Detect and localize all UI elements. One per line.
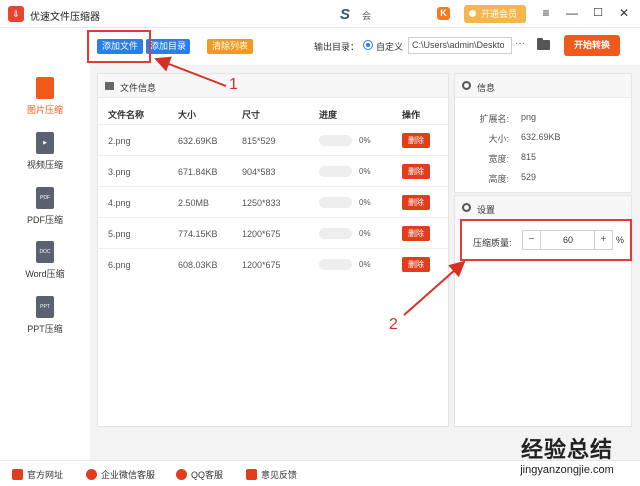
watermark-cn: 经验总结 [520,437,613,463]
official-site-label: 官方网址 [27,470,64,480]
feedback-icon [246,469,257,480]
arrow-1 [154,56,227,87]
watermark: 经验总结 jingyanzongjie.com [494,432,640,476]
annotation-arrows [154,56,466,316]
wechat-icon [86,469,97,480]
watermark-en: jingyanzongjie.com [520,464,614,476]
wechat-service-label: 企业微信客服 [101,470,156,480]
wechat-service-link[interactable]: 企业微信客服 [86,468,155,481]
qq-service-label: QQ客服 [191,470,224,480]
website-icon [12,469,23,480]
annotation-label-2: 2 [389,316,398,333]
official-site-link[interactable]: 官方网址 [12,468,63,481]
qq-icon [176,469,187,480]
feedback-label: 意见反馈 [261,470,298,480]
annotation-label-1: 1 [229,76,238,93]
feedback-link[interactable]: 意见反馈 [246,468,297,481]
arrow-2 [403,260,466,316]
qq-service-link[interactable]: QQ客服 [176,468,223,481]
